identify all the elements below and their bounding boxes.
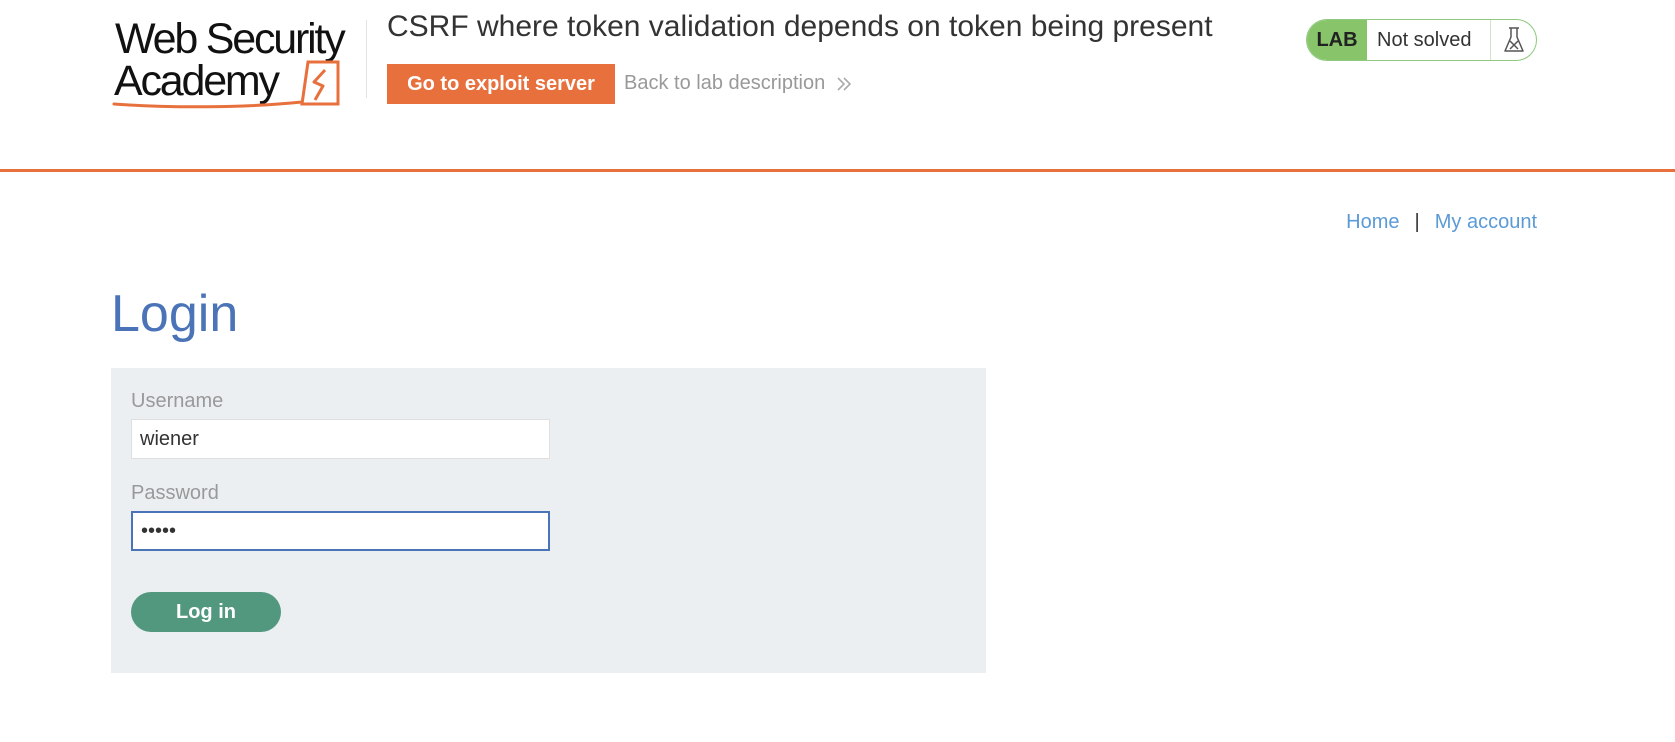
nav-my-account-link[interactable]: My account bbox=[1435, 211, 1537, 234]
lab-state: Not solved bbox=[1367, 20, 1491, 60]
username-label: Username bbox=[131, 390, 224, 412]
header: Web Security Academy CSRF where token va… bbox=[0, 0, 1675, 172]
lab-status-widget: LAB Not solved bbox=[1306, 19, 1537, 61]
password-input[interactable] bbox=[131, 511, 550, 551]
page: Web Security Academy CSRF where token va… bbox=[0, 0, 1675, 742]
header-divider bbox=[0, 169, 1675, 172]
password-label: Password bbox=[131, 482, 219, 504]
log-in-button[interactable]: Log in bbox=[131, 592, 281, 632]
logo-mark-icon bbox=[112, 60, 340, 109]
top-nav: Home | My account bbox=[1346, 211, 1537, 234]
login-form: Username Password Log in bbox=[111, 368, 986, 673]
double-chevron-right-icon bbox=[837, 76, 852, 91]
web-security-academy-logo[interactable]: Web Security Academy bbox=[112, 16, 362, 110]
go-to-exploit-server-button[interactable]: Go to exploit server bbox=[387, 64, 615, 104]
page-title: Login bbox=[111, 285, 239, 343]
flask-icon bbox=[1491, 20, 1536, 60]
back-to-lab-description-link[interactable]: Back to lab description bbox=[624, 72, 853, 95]
lab-badge: LAB bbox=[1307, 20, 1367, 60]
lab-title: CSRF where token validation depends on t… bbox=[387, 10, 1213, 43]
nav-separator: | bbox=[1414, 211, 1420, 233]
username-input[interactable] bbox=[131, 419, 550, 459]
back-link-label: Back to lab description bbox=[624, 72, 826, 94]
logo-divider bbox=[366, 20, 367, 98]
nav-home-link[interactable]: Home bbox=[1346, 211, 1399, 234]
